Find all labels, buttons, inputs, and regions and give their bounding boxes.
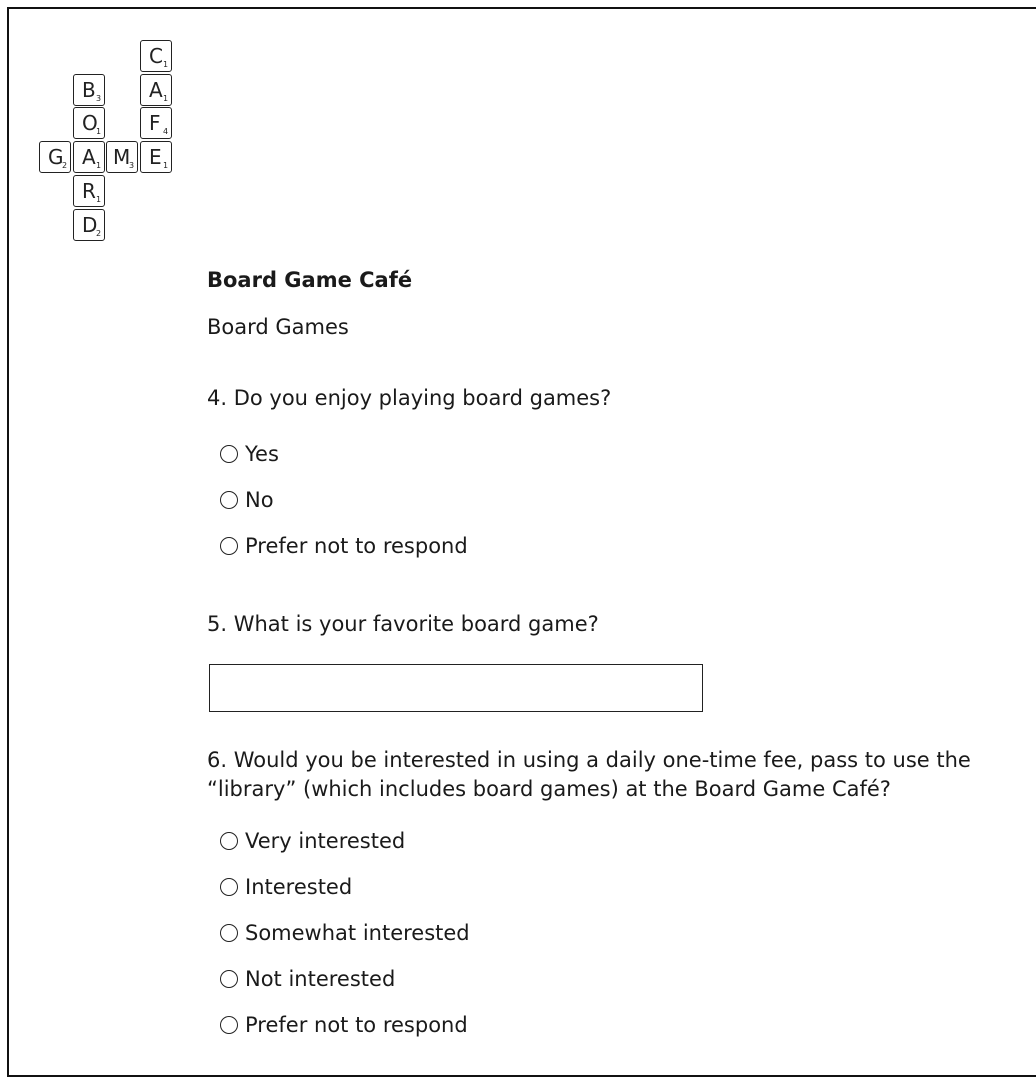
option-label: Interested bbox=[245, 875, 353, 899]
radio-button[interactable] bbox=[220, 832, 238, 850]
logo-tile: B 3 bbox=[73, 74, 105, 106]
question-5: 5. What is your favorite board game? bbox=[207, 612, 599, 636]
logo-tile: C 1 bbox=[140, 40, 172, 72]
survey-title: Board Game Café bbox=[207, 268, 413, 292]
radio-button[interactable] bbox=[220, 970, 238, 988]
tile-points: 1 bbox=[163, 161, 169, 170]
q6-option-very-interested[interactable]: Very interested bbox=[220, 829, 405, 853]
tile-letter: A bbox=[82, 145, 96, 169]
q4-option-prefer-not[interactable]: Prefer not to respond bbox=[220, 534, 468, 558]
option-label: Prefer not to respond bbox=[245, 534, 468, 558]
logo-tile: A 1 bbox=[73, 141, 105, 173]
favorite-game-input[interactable] bbox=[209, 664, 703, 712]
tile-points: 1 bbox=[163, 94, 169, 103]
tile-letter: B bbox=[82, 78, 96, 102]
radio-button[interactable] bbox=[220, 445, 238, 463]
logo-tile: R 1 bbox=[73, 175, 105, 207]
question-6: 6. Would you be interested in using a da… bbox=[207, 748, 971, 801]
tile-letter: A bbox=[149, 78, 163, 102]
logo-tile: F 4 bbox=[140, 107, 172, 139]
radio-button[interactable] bbox=[220, 537, 238, 555]
tile-points: 3 bbox=[129, 161, 135, 170]
tile-points: 1 bbox=[96, 195, 102, 204]
radio-button[interactable] bbox=[220, 491, 238, 509]
tile-points: 2 bbox=[62, 161, 68, 170]
logo-tile: M 3 bbox=[106, 141, 138, 173]
q4-option-yes[interactable]: Yes bbox=[220, 442, 279, 466]
tile-letter: E bbox=[149, 145, 162, 169]
logo-tile: O 1 bbox=[73, 107, 105, 139]
option-label: Somewhat interested bbox=[245, 921, 470, 945]
tile-letter: C bbox=[149, 44, 163, 68]
option-label: Yes bbox=[245, 442, 279, 466]
tile-points: 4 bbox=[163, 127, 169, 136]
q6-option-somewhat-interested[interactable]: Somewhat interested bbox=[220, 921, 470, 945]
logo-tile: D 2 bbox=[73, 209, 105, 241]
tile-points: 1 bbox=[96, 161, 102, 170]
q4-option-no[interactable]: No bbox=[220, 488, 274, 512]
option-label: Not interested bbox=[245, 967, 396, 991]
radio-button[interactable] bbox=[220, 1016, 238, 1034]
logo-tile: A 1 bbox=[140, 74, 172, 106]
logo-tile: G 2 bbox=[39, 141, 71, 173]
q6-option-prefer-not[interactable]: Prefer not to respond bbox=[220, 1013, 468, 1037]
q6-option-not-interested[interactable]: Not interested bbox=[220, 967, 395, 991]
section-heading: Board Games bbox=[207, 315, 349, 339]
question-4: 4. Do you enjoy playing board games? bbox=[207, 386, 612, 410]
tile-letter: F bbox=[149, 111, 161, 135]
option-label: Very interested bbox=[245, 829, 406, 853]
tile-points: 1 bbox=[96, 127, 102, 136]
tile-letter: R bbox=[82, 179, 96, 203]
board-cafe-logo: C 1 B 3 A 1 O 1 F 4 G 2 A 1 M 3 E 1 R 1 … bbox=[39, 40, 179, 245]
tile-points: 1 bbox=[163, 60, 169, 69]
tile-letter: M bbox=[113, 145, 131, 169]
q6-option-interested[interactable]: Interested bbox=[220, 875, 352, 899]
radio-button[interactable] bbox=[220, 924, 238, 942]
tile-points: 3 bbox=[96, 94, 102, 103]
option-label: No bbox=[245, 488, 274, 512]
tile-points: 2 bbox=[96, 229, 102, 238]
option-label: Prefer not to respond bbox=[245, 1013, 468, 1037]
radio-button[interactable] bbox=[220, 878, 238, 896]
logo-tile: E 1 bbox=[140, 141, 172, 173]
